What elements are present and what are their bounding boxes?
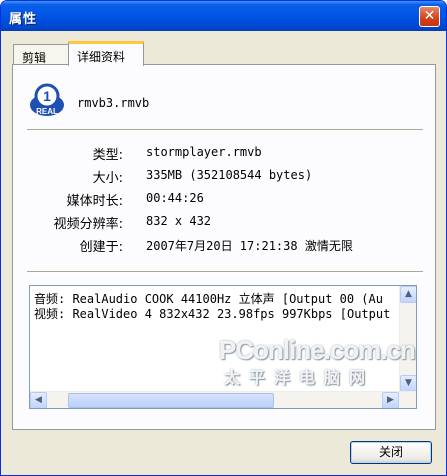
real-icon-number: 1 [43,88,51,104]
duration-value: 00:44:26 [146,191,204,205]
horizontal-scrollbar[interactable]: ◀ ▶ [30,391,416,408]
duration-label: 媒体时长: [66,194,123,209]
close-button[interactable]: 关闭 [350,441,432,464]
size-label: 大小: [92,171,123,186]
details-panel: 1 REAL rmvb3.rmvb 类型: stormplayer.rmvb 大… [12,64,436,430]
scroll-left-button[interactable]: ◀ [30,392,47,408]
created-label: 创建于: [79,240,123,255]
created-value: 2007年7月20日 17:21:38 激情无限 [146,239,353,253]
real-media-icon: 1 REAL [30,83,64,116]
horizontal-scroll-thumb[interactable] [68,393,274,408]
size-value: 335MB (352108544 bytes) [146,168,313,182]
window-title: 属性 [9,12,38,27]
vertical-scrollbar[interactable]: ▲ ▼ [399,286,416,392]
close-icon: ✕ [423,8,436,24]
video-stream-line: 视频: RealVideo 4 832x432 23.98fps 997Kbps… [34,307,391,321]
file-name: rmvb3.rmvb [77,96,150,110]
tab-clip-label: 剪辑 [22,51,47,65]
window-close-button[interactable]: ✕ [419,6,440,27]
tab-details-label: 详细资料 [77,50,126,64]
close-button-label: 关闭 [378,445,403,459]
arrow-right-icon: ▶ [387,395,394,405]
arrow-down-icon: ▼ [405,378,412,388]
scroll-up-button[interactable]: ▲ [400,286,416,303]
type-value: stormplayer.rmvb [146,145,262,159]
title-bar[interactable]: 属性 ✕ [1,1,446,31]
type-label: 类型: [92,148,123,163]
stream-info-textbox[interactable]: 音频: RealAudio COOK 44100Hz 立体声 [Output 0… [29,285,417,409]
separator-top [27,129,423,131]
arrow-left-icon: ◀ [35,395,42,405]
scroll-down-button[interactable]: ▼ [400,375,416,392]
scroll-right-button[interactable]: ▶ [382,392,399,408]
separator-bottom [27,271,423,273]
arrow-up-icon: ▲ [405,289,412,299]
resolution-label: 视频分辨率: [53,217,123,232]
tab-details[interactable]: 详细资料 [68,41,144,66]
properties-dialog: 属性 ✕ 剪辑 详细资料 1 REAL rmvb3.rmvb 类型: storm… [0,0,447,476]
real-icon-text: REAL [36,107,58,116]
tab-clip[interactable]: 剪辑 [13,44,69,66]
resolution-value: 832 x 432 [146,214,212,228]
